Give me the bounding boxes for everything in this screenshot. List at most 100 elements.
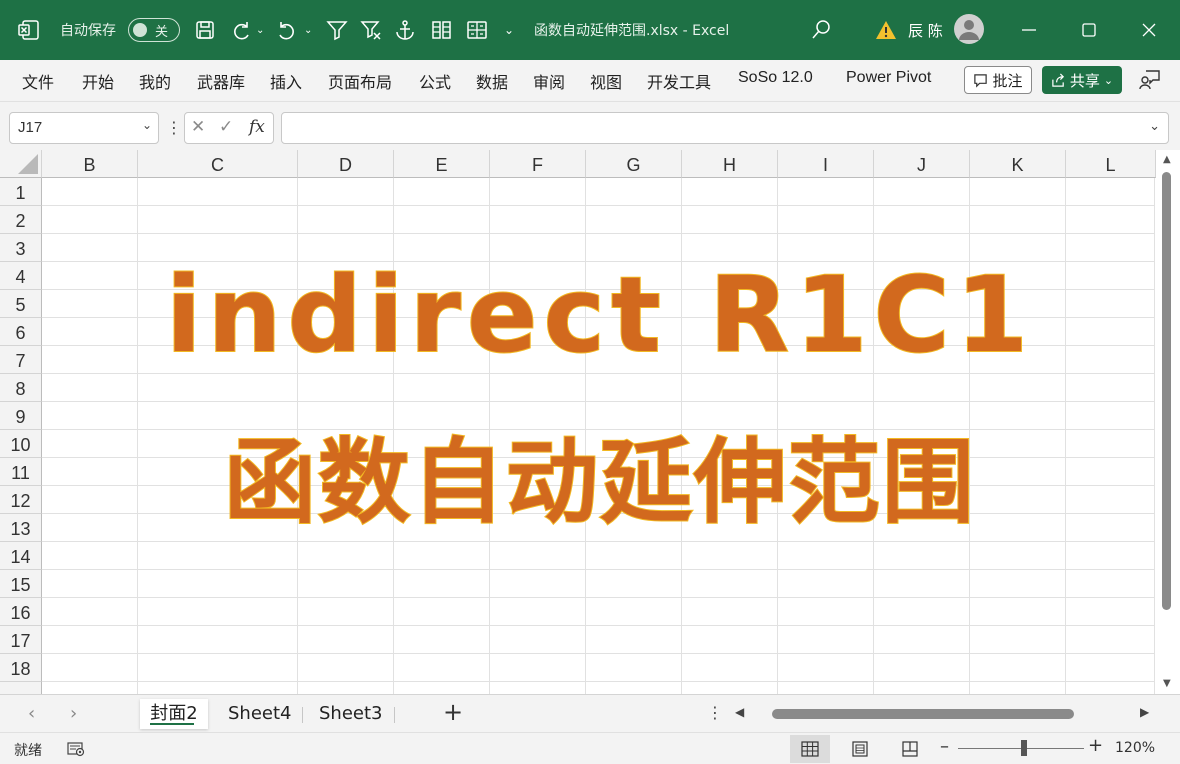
select-all-corner[interactable] <box>0 150 42 178</box>
add-sheet-icon[interactable]: + <box>443 698 463 726</box>
tab-review[interactable]: 审阅 <box>533 69 565 93</box>
maximize-icon[interactable] <box>1076 0 1102 60</box>
form-icon[interactable] <box>464 0 490 60</box>
tab-file[interactable]: 文件 <box>22 69 54 93</box>
accessibility-icon[interactable] <box>66 739 86 759</box>
formula-bar: J17 ⌄ ⋮ ✕ ✓ fx ⌄ <box>0 102 1180 150</box>
title-wordart-line2[interactable]: 函数自动延伸范围 <box>0 408 1160 541</box>
tab-formulas[interactable]: 公式 <box>419 69 451 93</box>
tab-insert[interactable]: 插入 <box>270 69 302 93</box>
horizontal-scroll-thumb[interactable] <box>772 709 1074 719</box>
scroll-up-icon[interactable]: ▲ <box>1163 154 1171 165</box>
excel-logo-icon <box>16 0 42 60</box>
clear-filter-icon[interactable] <box>358 0 384 60</box>
chevron-right-icon[interactable]: › <box>70 703 77 724</box>
column-header[interactable]: F <box>490 150 586 178</box>
column-header[interactable]: K <box>970 150 1066 178</box>
sheet-tab-label: 封面2 <box>150 703 198 724</box>
title-bar: 自动保存 关 ⌄ ⌄ ⌄ 函数自动延伸范围.xlsx - Excel 辰 陈 <box>0 0 1180 60</box>
normal-view-icon[interactable] <box>790 735 830 763</box>
row-header[interactable]: 1 <box>0 178 42 206</box>
column-header[interactable]: H <box>682 150 778 178</box>
customize-qat-icon[interactable]: ⌄ <box>504 0 514 60</box>
row-header[interactable]: 18 <box>0 654 42 682</box>
undo-dropdown-icon[interactable]: ⌄ <box>304 0 312 60</box>
share-button[interactable]: 共享 ⌄ <box>1042 66 1122 94</box>
page-break-view-icon[interactable] <box>890 735 930 763</box>
avatar[interactable] <box>954 14 984 44</box>
column-header[interactable]: I <box>778 150 874 178</box>
vertical-scroll-thumb[interactable] <box>1162 172 1171 610</box>
gridline <box>42 401 1154 402</box>
column-header[interactable]: J <box>874 150 970 178</box>
minimize-icon[interactable] <box>1016 0 1042 60</box>
row-header-partial[interactable] <box>0 682 42 694</box>
window-title: 函数自动延伸范围.xlsx - Excel <box>534 23 730 39</box>
worksheet-grid[interactable]: B C D E F G H I J K L 1 2 3 4 5 6 7 8 9 … <box>0 150 1180 694</box>
vertical-scrollbar[interactable]: ▲ ▼ <box>1156 150 1180 694</box>
text-to-columns-icon[interactable] <box>428 0 454 60</box>
sheet-tab-bar: ‹ › 封面2 Sheet4 Sheet3 + ⋮ ◀ ▶ <box>0 694 1180 732</box>
save-icon[interactable] <box>192 0 218 60</box>
cancel-icon[interactable]: ✕ <box>191 117 205 137</box>
gridline <box>42 569 1154 570</box>
user-name[interactable]: 辰 陈 <box>908 0 943 60</box>
redo-icon[interactable] <box>228 0 254 60</box>
name-box[interactable]: J17 ⌄ <box>9 112 159 144</box>
row-header[interactable]: 16 <box>0 598 42 626</box>
row-header[interactable]: 17 <box>0 626 42 654</box>
column-header[interactable]: D <box>298 150 394 178</box>
chevron-left-icon[interactable]: ‹ <box>28 703 35 724</box>
close-icon[interactable] <box>1136 0 1162 60</box>
zoom-level[interactable]: 120% <box>1115 740 1155 756</box>
tab-data[interactable]: 数据 <box>476 69 508 93</box>
formula-input[interactable]: ⌄ <box>281 112 1169 144</box>
sheet-tab-active[interactable]: 封面2 <box>140 699 208 729</box>
sheet-tab[interactable]: Sheet4 <box>228 699 292 729</box>
tab-home[interactable]: 开始 <box>82 69 114 93</box>
redo-dropdown-icon[interactable]: ⌄ <box>256 0 264 60</box>
expand-formula-icon[interactable]: ⌄ <box>1149 119 1160 134</box>
column-header[interactable]: C <box>138 150 298 178</box>
undo-icon[interactable] <box>274 0 300 60</box>
row-header[interactable]: 15 <box>0 570 42 598</box>
tab-soso[interactable]: SoSo 12.0 <box>738 69 813 87</box>
coauthoring-icon[interactable] <box>1138 68 1162 92</box>
enter-icon[interactable]: ✓ <box>219 117 233 137</box>
scroll-left-icon[interactable]: ◀ <box>735 705 744 719</box>
row-header[interactable]: 14 <box>0 542 42 570</box>
more-options-icon[interactable]: ⋮ <box>166 118 182 137</box>
tab-developer[interactable]: 开发工具 <box>647 69 711 93</box>
search-icon[interactable] <box>808 0 834 60</box>
filter-icon[interactable] <box>324 0 350 60</box>
zoom-slider-handle[interactable] <box>1021 740 1027 756</box>
row-header[interactable]: 8 <box>0 374 42 402</box>
scroll-right-icon[interactable]: ▶ <box>1140 705 1149 719</box>
share-label: 共享 <box>1069 71 1100 90</box>
zoom-in-icon[interactable]: + <box>1088 735 1103 756</box>
scroll-down-icon[interactable]: ▼ <box>1163 678 1171 689</box>
zoom-out-icon[interactable]: – <box>940 736 949 757</box>
tab-power-pivot[interactable]: Power Pivot <box>846 69 931 87</box>
anchor-icon[interactable] <box>392 0 418 60</box>
more-options-icon[interactable]: ⋮ <box>707 703 723 722</box>
column-header[interactable]: L <box>1066 150 1156 178</box>
page-layout-view-icon[interactable] <box>840 735 880 763</box>
title-wordart-line1[interactable]: indirect R1C1 <box>0 253 1160 377</box>
row-header[interactable]: 2 <box>0 206 42 234</box>
chevron-down-icon[interactable]: ⌄ <box>142 118 152 132</box>
column-header[interactable]: B <box>42 150 138 178</box>
column-header[interactable]: G <box>586 150 682 178</box>
tab-view[interactable]: 视图 <box>590 69 622 93</box>
tab-mine[interactable]: 我的 <box>139 69 171 93</box>
column-header[interactable]: E <box>394 150 490 178</box>
sheet-tab[interactable]: Sheet3 <box>319 699 383 729</box>
tab-arsenal[interactable]: 武器库 <box>197 69 245 93</box>
comments-button[interactable]: 批注 <box>964 66 1032 94</box>
autosave-toggle[interactable]: 关 <box>128 18 180 42</box>
tab-page-layout[interactable]: 页面布局 <box>328 69 392 93</box>
warning-icon[interactable] <box>873 0 899 60</box>
name-box-value: J17 <box>18 119 43 136</box>
gridline <box>42 653 1154 654</box>
insert-function-icon[interactable]: fx <box>249 117 265 137</box>
